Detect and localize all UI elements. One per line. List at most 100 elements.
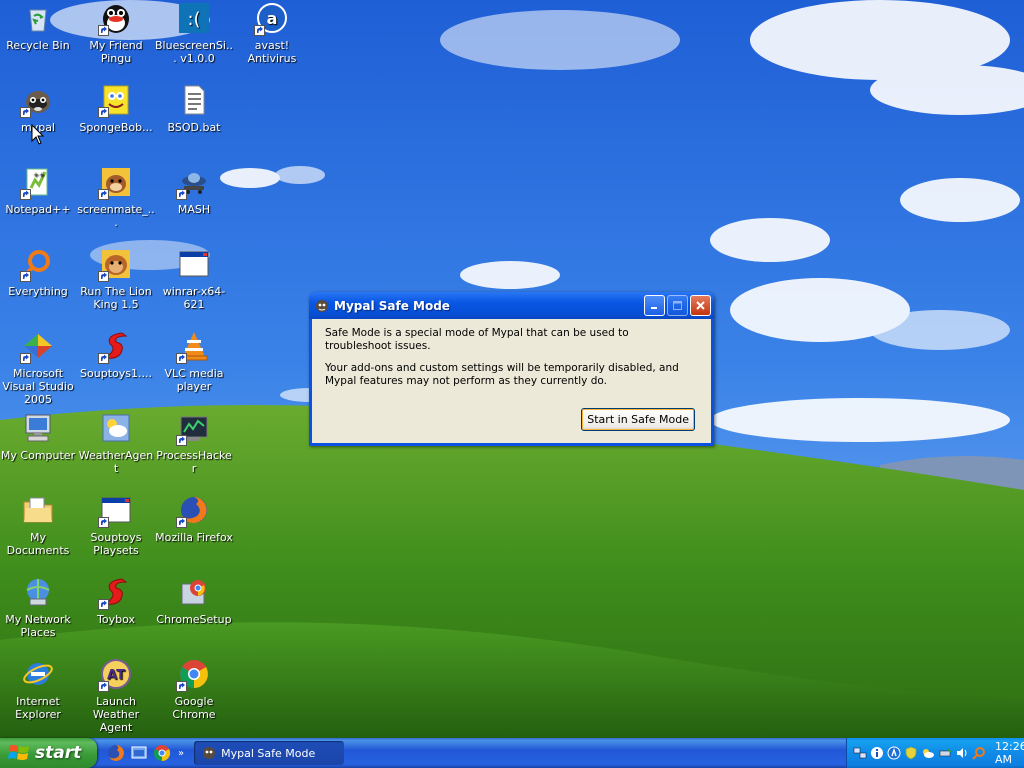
desktop-icon[interactable]: ProcessHacker: [155, 412, 233, 475]
desktop-icon[interactable]: ChromeSetup: [155, 576, 233, 626]
shortcut-arrow-icon: [98, 353, 109, 364]
desktop-icon[interactable]: My Friend Pingu: [77, 2, 155, 65]
info-tray-icon: [871, 747, 883, 759]
desktop-icon[interactable]: My Computer: [0, 412, 77, 462]
start-label: start: [35, 743, 82, 763]
safely-remove-tray-icon: [939, 748, 952, 757]
quick-launch-chrome[interactable]: [153, 744, 171, 762]
start-in-safe-mode-button[interactable]: Start in Safe Mode: [581, 408, 695, 431]
desktop-icon[interactable]: Souptoys1....: [77, 330, 155, 380]
minimize-icon: [651, 307, 657, 309]
desktop-icon[interactable]: WeatherAgent: [77, 412, 155, 475]
quick-launch-more-button[interactable]: »: [178, 748, 184, 759]
shortcut-arrow-icon: [98, 517, 109, 528]
taskbar-clock[interactable]: 12:26 AM: [995, 740, 1024, 766]
shortcut-arrow-icon: [176, 353, 187, 364]
tray-avast[interactable]: [887, 746, 901, 760]
desktop-icon[interactable]: winrar-x64-621: [155, 248, 233, 311]
desktop-icon-label: Run The Lion King 1.5: [80, 285, 152, 311]
desktop-icon[interactable]: Google Chrome: [155, 658, 233, 721]
process-hacker-icon: [176, 412, 210, 446]
windows-flag-icon: [8, 745, 29, 760]
desktop-icon-label: ProcessHacker: [156, 449, 232, 475]
desktop-icon-label: Microsoft Visual Studio 2005: [2, 367, 74, 406]
network-tray-icon: [853, 747, 867, 759]
desktop-icon[interactable]: BSOD.bat: [155, 84, 233, 134]
quick-launch-firefox[interactable]: [107, 744, 125, 762]
mouse-cursor-icon: [31, 124, 45, 145]
chrome-setup-icon: [178, 576, 210, 608]
task-button-mypal-safe-mode[interactable]: Mypal Safe Mode: [194, 741, 345, 765]
svg-text::(: :(: [187, 9, 200, 30]
desktop-icon-label: Toybox: [97, 613, 135, 626]
desktop-icon-label: Souptoys Playsets: [90, 531, 142, 557]
desktop-icon[interactable]: MASH: [155, 166, 233, 216]
network-places-icon: [22, 576, 54, 608]
shield-tray-icon: [905, 746, 917, 760]
tray-volume[interactable]: [955, 746, 969, 760]
internet-explorer-icon: [22, 658, 54, 690]
desktop-icon[interactable]: Run The Lion King 1.5: [77, 248, 155, 311]
desktop-icon[interactable]: ++ Notepad++: [0, 166, 77, 216]
shortcut-arrow-icon: [98, 681, 109, 692]
tray-safely-remove[interactable]: [938, 746, 952, 760]
desktop-icon[interactable]: Mozilla Firefox: [155, 494, 233, 544]
tray-weather[interactable]: [921, 746, 935, 760]
desktop-icon[interactable]: VLC media player: [155, 330, 233, 393]
desktop-icon[interactable]: Microsoft Visual Studio 2005: [0, 330, 77, 406]
minimize-button[interactable]: [644, 295, 665, 316]
desktop-icon[interactable]: My Network Places: [0, 576, 77, 639]
desktop-icon[interactable]: a avast! Antivirus: [233, 2, 311, 65]
dialog-titlebar[interactable]: Mypal Safe Mode: [309, 292, 714, 319]
svg-text:++: ++: [33, 171, 45, 179]
desktop-icon[interactable]: Recycle Bin: [0, 2, 77, 52]
desktop-icon[interactable]: Souptoys Playsets: [77, 494, 155, 557]
tray-search[interactable]: [972, 746, 986, 760]
shortcut-arrow-icon: [20, 107, 31, 118]
quick-launch-show-desktop[interactable]: [130, 744, 148, 762]
chrome-icon: [153, 745, 171, 762]
desktop-icon[interactable]: Everything: [0, 248, 77, 298]
tray-network[interactable]: [853, 746, 867, 760]
window-app-icon: [178, 248, 210, 280]
mypal-app-icon: [316, 299, 328, 312]
shortcut-arrow-icon: [98, 271, 109, 282]
everything-search-icon: [20, 248, 54, 282]
batch-file-icon: [178, 84, 210, 116]
visual-studio-icon: [20, 330, 54, 364]
system-tray: 12:26 AM: [846, 738, 1024, 768]
avast-tray-icon: [887, 746, 901, 760]
desktop-icon-label: BluescreenSi... v1.0.0: [155, 39, 233, 65]
desktop-icon[interactable]: SpongeBob...: [77, 84, 155, 134]
mypal-icon: [20, 84, 54, 118]
desktop-icon[interactable]: screenmate_...: [77, 166, 155, 229]
maximize-button[interactable]: [667, 295, 688, 316]
desktop-icon[interactable]: Toybox: [77, 576, 155, 626]
desktop-icon-label: Launch Weather Agent: [92, 695, 140, 734]
desktop-icon[interactable]: AT Launch Weather Agent: [77, 658, 155, 734]
close-button[interactable]: [690, 295, 711, 316]
volume-tray-icon: [957, 748, 967, 758]
shortcut-arrow-icon: [20, 189, 31, 200]
shortcut-arrow-icon: [176, 517, 187, 528]
desktop-icon-label: MASH: [177, 203, 211, 216]
desktop-icon[interactable]: My Documents: [0, 494, 77, 557]
firefox-icon: [108, 745, 124, 761]
maximize-icon: [673, 301, 682, 310]
dialog-message-1: Safe Mode is a special mode of Mypal tha…: [325, 327, 629, 352]
shortcut-arrow-icon: [176, 681, 187, 692]
everything-search-tray-icon: [972, 747, 985, 760]
desktop-icon[interactable]: Internet Explorer: [0, 658, 77, 721]
weather-agent-icon: [100, 412, 132, 444]
desktop-icon[interactable]: :( BluescreenSi... v1.0.0: [155, 2, 233, 65]
start-button[interactable]: start: [0, 738, 97, 768]
dialog-body: Safe Mode is a special mode of Mypal tha…: [312, 319, 711, 443]
desktop-icon-label: Google Chrome: [172, 695, 216, 721]
tray-info[interactable]: [870, 746, 884, 760]
tray-security[interactable]: [904, 746, 918, 760]
notepad-plus-plus-icon: ++: [20, 166, 54, 200]
show-desktop-icon: [131, 746, 147, 759]
desktop-icon-label: Recycle Bin: [6, 39, 70, 52]
my-documents-icon: [22, 494, 54, 526]
task-button-label: Mypal Safe Mode: [221, 746, 316, 760]
